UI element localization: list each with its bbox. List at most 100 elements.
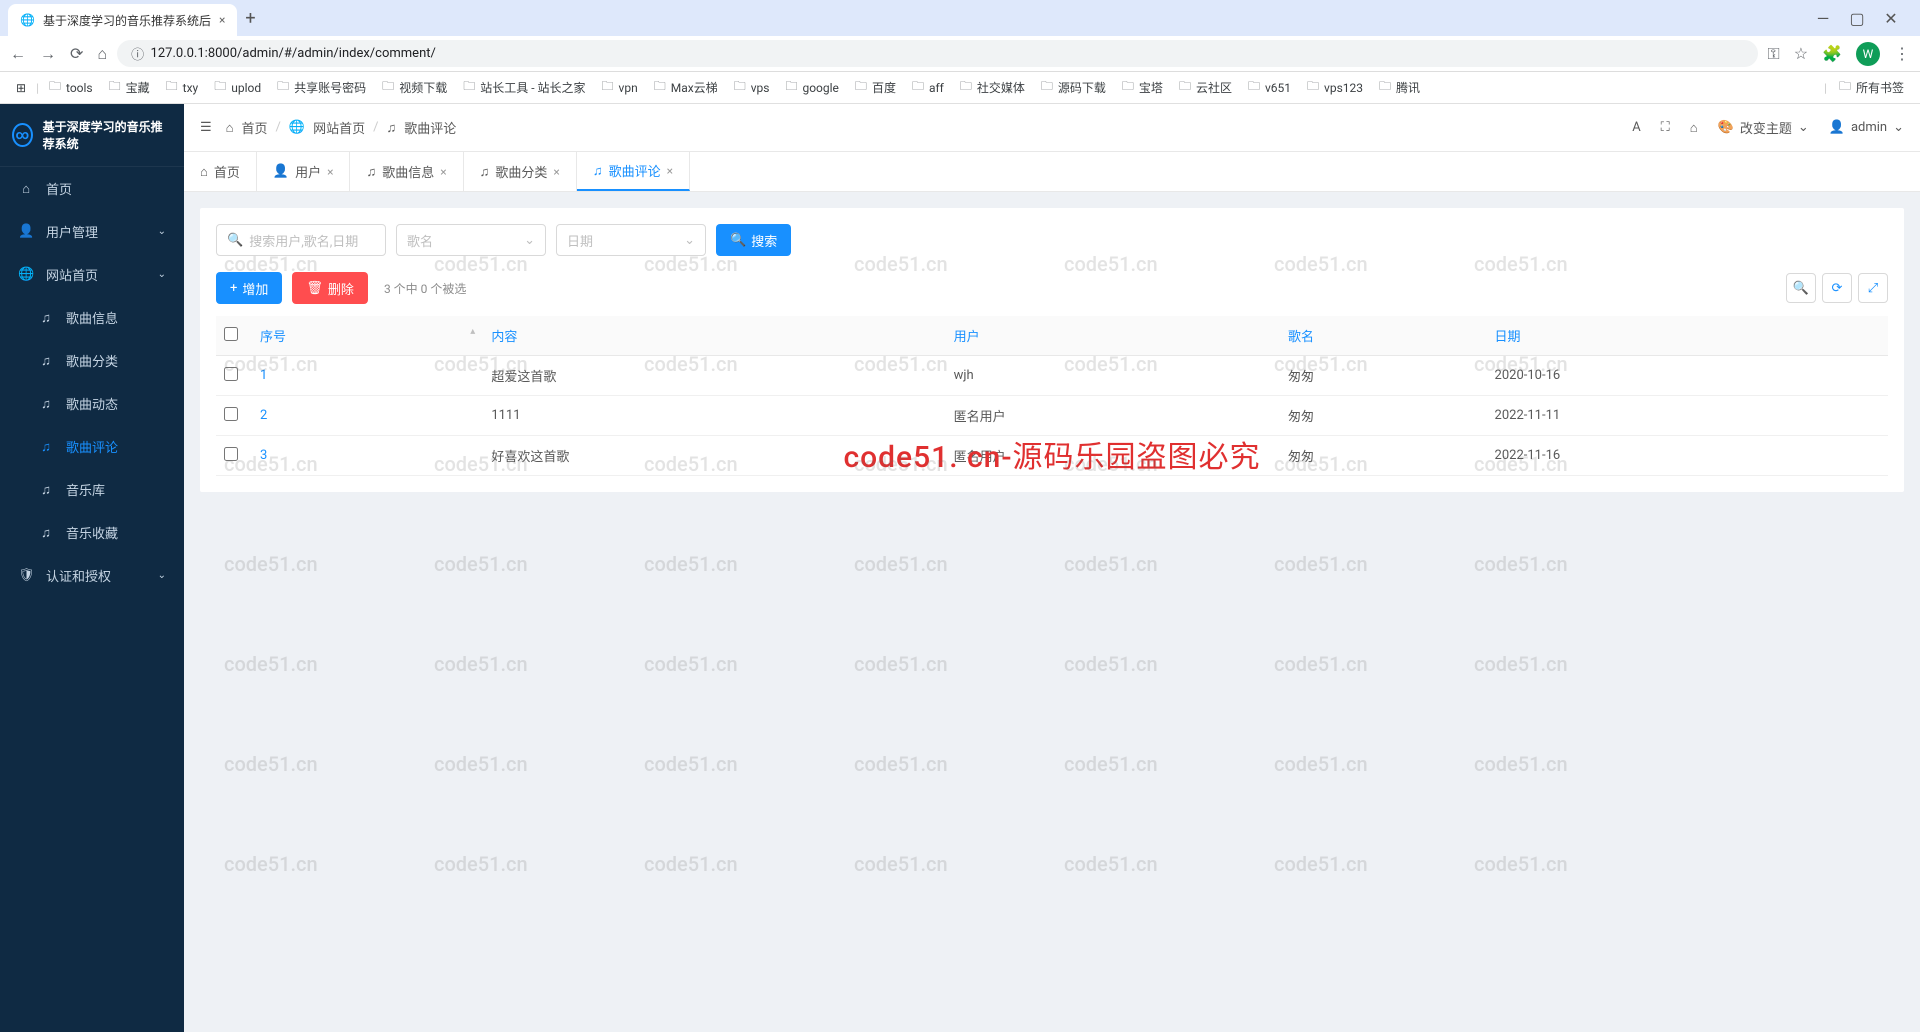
date-select[interactable]: 日期 ⌄ — [556, 224, 706, 256]
font-icon[interactable]: A — [1632, 120, 1640, 135]
search-button[interactable]: 🔍 搜索 — [716, 224, 791, 256]
bookmark-item[interactable]: 🗀视频下载 — [376, 74, 453, 101]
forward-icon[interactable]: → — [40, 44, 56, 64]
cell-seq[interactable]: 3 — [252, 436, 483, 476]
folder-icon: 🗀 — [785, 77, 797, 98]
bookmark-item[interactable]: 🗀tools — [43, 74, 99, 101]
col-user[interactable]: 用户 — [946, 316, 1280, 356]
col-date[interactable]: 日期 — [1487, 316, 1888, 356]
key-icon[interactable]: ⚿ — [1768, 44, 1780, 64]
bookmark-item[interactable]: 🗀腾讯 — [1373, 74, 1426, 101]
sidebar-item-music-lib[interactable]: ♫音乐库 — [0, 468, 184, 511]
cell-seq[interactable]: 2 — [252, 396, 483, 436]
menu-toggle-icon[interactable]: ☰ — [200, 120, 212, 135]
bookmark-item[interactable]: 🗀uplod — [208, 74, 267, 101]
bookmark-item[interactable]: 🗀宝塔 — [1116, 74, 1169, 101]
watermark-text: code51.cn — [1474, 652, 1568, 676]
close-icon[interactable]: × — [667, 164, 673, 178]
bookmark-item[interactable]: 🗀vps — [728, 74, 776, 101]
home-icon: ⌂ — [18, 181, 34, 197]
sidebar-item-user-mgmt[interactable]: 👤用户管理⌄ — [0, 210, 184, 253]
menu-icon[interactable]: ⋮ — [1894, 44, 1910, 63]
sidebar-item-song-comment[interactable]: ♫歌曲评论 — [0, 425, 184, 468]
folder-icon: 🗀 — [1839, 77, 1851, 98]
row-checkbox[interactable] — [224, 367, 238, 381]
chevron-down-icon: ⌄ — [684, 233, 695, 248]
user-icon: 👤 — [273, 164, 289, 179]
back-icon[interactable]: ← — [10, 44, 26, 64]
home-icon[interactable]: ⌂ — [97, 44, 107, 64]
bookmark-item[interactable]: 🗀社交媒体 — [954, 74, 1031, 101]
bookmark-item[interactable]: 🗀v651 — [1242, 74, 1297, 101]
url-input[interactable]: ⓘ 127.0.0.1:8000/admin/#/admin/index/com… — [117, 40, 1757, 67]
content-tab[interactable]: ♫歌曲评论× — [577, 152, 690, 191]
sidebar-item-music-fav[interactable]: ♫音乐收藏 — [0, 511, 184, 554]
expand-icon-button[interactable]: ⤢ — [1858, 273, 1888, 303]
bookmark-item[interactable]: 🗀宝藏 — [103, 74, 156, 101]
watermark-text: code51.cn — [854, 552, 948, 576]
browser-tab[interactable]: 🌐 基于深度学习的音乐推荐系统后 × — [8, 4, 237, 36]
close-icon[interactable]: × — [440, 165, 446, 179]
search-input[interactable]: 🔍 搜索用户,歌名,日期 — [216, 224, 386, 256]
row-checkbox[interactable] — [224, 447, 238, 461]
row-checkbox[interactable] — [224, 407, 238, 421]
cell-seq[interactable]: 1 — [252, 356, 483, 396]
star-icon[interactable]: ☆ — [1794, 44, 1808, 63]
content-tab[interactable]: ♫歌曲分类× — [464, 152, 577, 191]
select-all-checkbox[interactable] — [224, 327, 238, 341]
sidebar-item-site-home[interactable]: 🌐网站首页⌄ — [0, 253, 184, 296]
content-tab[interactable]: ♫歌曲信息× — [350, 152, 463, 191]
sidebar-item-home[interactable]: ⌂首页 — [0, 167, 184, 210]
close-icon[interactable]: × — [327, 165, 333, 179]
bookmark-item[interactable]: 🗀txy — [160, 74, 205, 101]
reload-icon[interactable]: ⟳ — [70, 44, 83, 64]
apps-icon[interactable]: ⊞ — [10, 78, 32, 98]
sidebar-item-auth[interactable]: 🛡认证和授权⌄ — [0, 554, 184, 597]
song-select[interactable]: 歌名 ⌄ — [396, 224, 546, 256]
theme-switcher[interactable]: 🎨 改变主题 ⌄ — [1718, 118, 1809, 137]
fullscreen-icon[interactable]: ⛶ — [1661, 120, 1670, 135]
breadcrumb-site[interactable]: 网站首页 — [313, 118, 365, 137]
delete-button[interactable]: 🗑 删除 — [292, 272, 368, 304]
chevron-down-icon: ⌄ — [1893, 120, 1904, 135]
bookmark-item[interactable]: 🗀google — [779, 74, 844, 101]
user-icon: 👤 — [18, 224, 34, 239]
close-icon[interactable]: × — [553, 165, 559, 179]
sidebar-item-song-dynamic[interactable]: ♫歌曲动态 — [0, 382, 184, 425]
palette-icon: 🎨 — [1718, 120, 1734, 135]
user-menu[interactable]: 👤 admin ⌄ — [1829, 120, 1904, 135]
bookmark-item[interactable]: 🗀站长工具 - 站长之家 — [457, 74, 591, 101]
close-icon[interactable]: × — [219, 13, 225, 27]
col-song[interactable]: 歌名 — [1280, 316, 1487, 356]
content-tab[interactable]: ⌂首页 — [184, 152, 257, 191]
app-logo[interactable]: ∞ 基于深度学习的音乐推荐系统 — [0, 104, 184, 167]
bookmark-item[interactable]: 🗀vpn — [596, 74, 644, 101]
search-icon-button[interactable]: 🔍 — [1786, 273, 1816, 303]
extensions-icon[interactable]: 🧩 — [1822, 44, 1842, 63]
minimize-icon[interactable]: — — [1814, 9, 1832, 28]
sidebar-item-song-info[interactable]: ♫歌曲信息 — [0, 296, 184, 339]
add-button[interactable]: + 增加 — [216, 272, 282, 304]
bookmark-item[interactable]: 🗀Max云梯 — [648, 74, 724, 101]
profile-avatar[interactable]: W — [1856, 42, 1880, 66]
bookmark-item[interactable]: 🗀百度 — [849, 74, 902, 101]
home-icon[interactable]: ⌂ — [1690, 120, 1698, 136]
bookmark-item[interactable]: 🗀源码下载 — [1035, 74, 1112, 101]
bookmark-item[interactable]: 🗀vps123 — [1301, 74, 1369, 101]
browser-tab-bar: 🌐 基于深度学习的音乐推荐系统后 × + — ▢ ✕ — [0, 0, 1920, 36]
bookmark-item[interactable]: 🗀共享账号密码 — [271, 74, 372, 101]
breadcrumb: ⌂ 首页 / 🌐 网站首页 / ♫ 歌曲评论 — [226, 118, 457, 137]
new-tab-button[interactable]: + — [245, 8, 255, 29]
content-tab[interactable]: 👤用户× — [257, 152, 351, 191]
close-window-icon[interactable]: ✕ — [1882, 9, 1900, 28]
col-seq[interactable]: 序号▴ — [252, 316, 483, 356]
refresh-icon-button[interactable]: ⟳ — [1822, 273, 1852, 303]
sidebar-item-song-category[interactable]: ♫歌曲分类 — [0, 339, 184, 382]
bookmark-item[interactable]: 🗀aff — [906, 74, 950, 101]
col-content[interactable]: 内容 — [483, 316, 945, 356]
breadcrumb-home[interactable]: 首页 — [242, 118, 268, 137]
logo-icon: ∞ — [12, 123, 33, 147]
maximize-icon[interactable]: ▢ — [1848, 9, 1866, 28]
bookmark-item[interactable]: 🗀云社区 — [1173, 74, 1238, 101]
bookmark-all[interactable]: 🗀 所有书签 — [1833, 74, 1910, 101]
